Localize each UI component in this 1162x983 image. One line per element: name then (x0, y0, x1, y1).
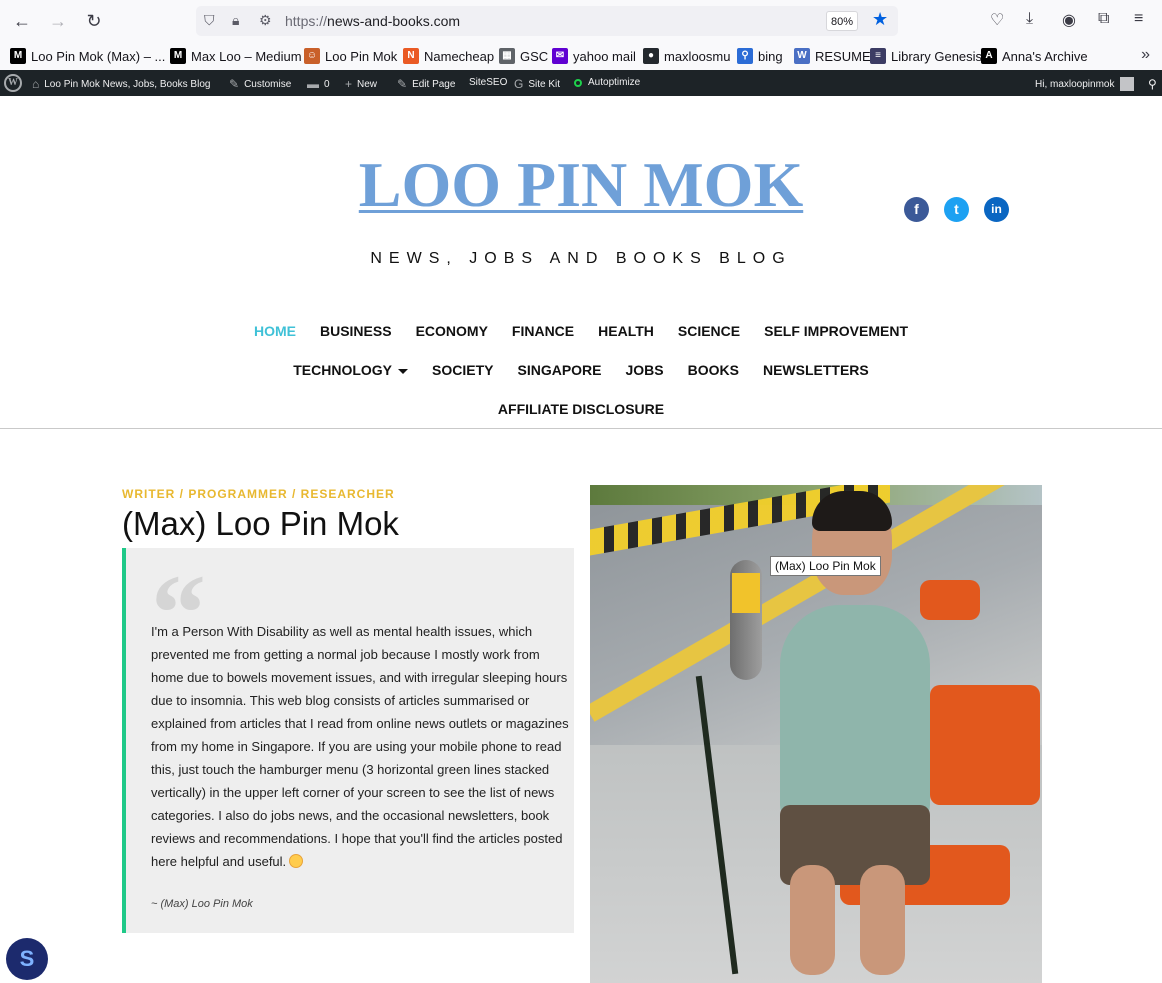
author-signature: ~ (Max) Loo Pin Mok (151, 898, 253, 910)
avatar-icon: ☺ (304, 48, 320, 64)
yahoo-mail-icon: ✉ (552, 48, 568, 64)
author-bio-text: I'm a Person With Disability as well as … (151, 624, 569, 869)
bookmark-star-icon[interactable]: ★ (872, 9, 888, 30)
brush-icon: ✎ (229, 77, 240, 91)
bookmark-item[interactable]: ● maxloosmu (643, 48, 730, 64)
grinning-emoji-icon (289, 854, 304, 868)
image-tooltip: (Max) Loo Pin Mok (770, 556, 881, 576)
bookmark-item[interactable]: ⚲ bing (737, 48, 783, 64)
menu-item-affiliate-disclosure[interactable]: AFFILIATE DISCLOSURE (498, 401, 664, 417)
pocket-icon[interactable]: ♡ (990, 10, 1004, 30)
medium-icon: M (170, 48, 186, 64)
menu-item-singapore[interactable]: SINGAPORE (517, 362, 601, 378)
bookmark-item[interactable]: ☺ Loo Pin Mok (304, 48, 397, 64)
bookmark-item[interactable]: ▦ GSC (499, 48, 548, 64)
avatar (1120, 77, 1135, 91)
linkedin-icon[interactable]: in (984, 197, 1009, 222)
url-text[interactable]: https://news-and-books.com (285, 13, 460, 29)
bookmark-item[interactable]: A Anna's Archive (981, 48, 1088, 64)
lock-icon[interactable]: 🔒︎ (232, 12, 239, 29)
main-menu-row-2: TECHNOLOGY SOCIETY SINGAPORE JOBS BOOKS … (0, 362, 1162, 378)
browser-toolbar: ← → ↻ ⛉ 🔒︎ ⚙ https://news-and-books.com … (0, 0, 1162, 42)
menu-item-newsletters[interactable]: NEWSLETTERS (763, 362, 869, 378)
wp-admin-bar: W ⌂ Loo Pin Mok News, Jobs, Books Blog ✎ C… (0, 70, 1162, 96)
author-bio-quote: “ I'm a Person With Disability as well a… (122, 548, 574, 933)
facebook-icon[interactable]: f (904, 197, 929, 222)
comment-icon: ▬ (307, 77, 319, 91)
account-icon[interactable]: ◉ (1062, 10, 1076, 30)
header-divider (0, 428, 1162, 429)
home-icon: ⌂ (32, 77, 40, 91)
admin-site-link[interactable]: ⌂ Loo Pin Mok News, Jobs, Books Blog (32, 77, 210, 91)
downloads-icon[interactable]: ⤓ (1026, 10, 1033, 28)
zoom-level-badge[interactable]: 80% (826, 11, 859, 31)
pencil-icon: ✎ (397, 77, 408, 91)
bookmark-item[interactable]: ✉ yahoo mail (552, 48, 636, 64)
main-menu-row-1: HOME BUSINESS ECONOMY FINANCE HEALTH SCI… (0, 323, 1162, 339)
wordpress-logo-icon[interactable]: W (4, 74, 22, 92)
caret-down-icon (398, 368, 409, 374)
menu-hamburger-icon[interactable]: ≡ (1134, 10, 1143, 28)
admin-account-link[interactable]: Hi, maxloopinmok (1035, 77, 1135, 91)
permissions-icon[interactable]: ⚙ (259, 12, 272, 29)
search-icon[interactable]: ⚲ (1148, 77, 1157, 91)
admin-site-kit-link[interactable]: G Site Kit (514, 77, 560, 91)
reload-icon[interactable]: ↻ (82, 9, 106, 33)
address-bar[interactable]: ⛉ 🔒︎ ⚙ https://news-and-books.com 80% ★ (196, 6, 898, 36)
menu-item-books[interactable]: BOOKS (688, 362, 739, 378)
admin-siteseo-link[interactable]: SiteSEO (469, 77, 507, 88)
menu-item-economy[interactable]: ECONOMY (416, 323, 488, 339)
medium-icon: M (10, 48, 26, 64)
chevron-double-right-icon[interactable]: » (1141, 46, 1150, 64)
shield-icon[interactable]: ⛉ (204, 12, 215, 29)
menu-item-home[interactable]: HOME (254, 323, 296, 339)
google-g-icon: G (514, 77, 524, 91)
extensions-icon[interactable]: ⧉ (1098, 10, 1109, 28)
menu-item-jobs[interactable]: JOBS (626, 362, 664, 378)
admin-customise-link[interactable]: ✎ Customise (229, 77, 291, 91)
admin-autoptimize-link[interactable]: Autoptimize (574, 77, 640, 88)
namecheap-icon: N (403, 48, 419, 64)
floating-assistant-icon[interactable]: S (6, 938, 48, 980)
wordpress-icon: W (794, 48, 810, 64)
plus-icon: + (345, 77, 353, 91)
main-menu-row-3: AFFILIATE DISCLOSURE (0, 401, 1162, 417)
menu-item-self-improvement[interactable]: SELF IMPROVEMENT (764, 323, 908, 339)
admin-new-link[interactable]: + New (345, 77, 377, 91)
bookmark-item[interactable]: ≡ Library Genesis (870, 48, 982, 64)
admin-edit-page-link[interactable]: ✎ Edit Page (397, 77, 455, 91)
admin-comments-link[interactable]: ▬ 0 (307, 77, 330, 91)
menu-item-health[interactable]: HEALTH (598, 323, 654, 339)
bookmark-item[interactable]: W RESUME (794, 48, 871, 64)
gsc-icon: ▦ (499, 48, 515, 64)
menu-item-technology[interactable]: TECHNOLOGY (293, 362, 409, 378)
forward-arrow-icon[interactable]: → (46, 9, 70, 33)
menu-item-business[interactable]: BUSINESS (320, 323, 392, 339)
search-icon: ⚲ (737, 48, 753, 64)
author-name-heading: (Max) Loo Pin Mok (122, 505, 399, 542)
twitter-icon[interactable]: t (944, 197, 969, 222)
back-arrow-icon[interactable]: ← (10, 9, 34, 33)
annas-archive-icon: A (981, 48, 997, 64)
author-kicker: WRITER / PROGRAMMER / RESEARCHER (122, 487, 395, 501)
menu-item-finance[interactable]: FINANCE (512, 323, 574, 339)
github-icon: ● (643, 48, 659, 64)
menu-item-society[interactable]: SOCIETY (432, 362, 493, 378)
bookmark-item[interactable]: N Namecheap (403, 48, 494, 64)
bookmark-item[interactable]: M Loo Pin Mok (Max) – ... (10, 48, 165, 64)
bookmark-item[interactable]: M Max Loo – Medium (170, 48, 302, 64)
menu-item-science[interactable]: SCIENCE (678, 323, 740, 339)
status-dot-icon (574, 78, 582, 87)
site-tagline: NEWS, JOBS AND BOOKS BLOG (370, 250, 792, 267)
library-icon: ≡ (870, 48, 886, 64)
bookmarks-bar: M Loo Pin Mok (Max) – ... M Max Loo – Medi… (0, 42, 1162, 70)
